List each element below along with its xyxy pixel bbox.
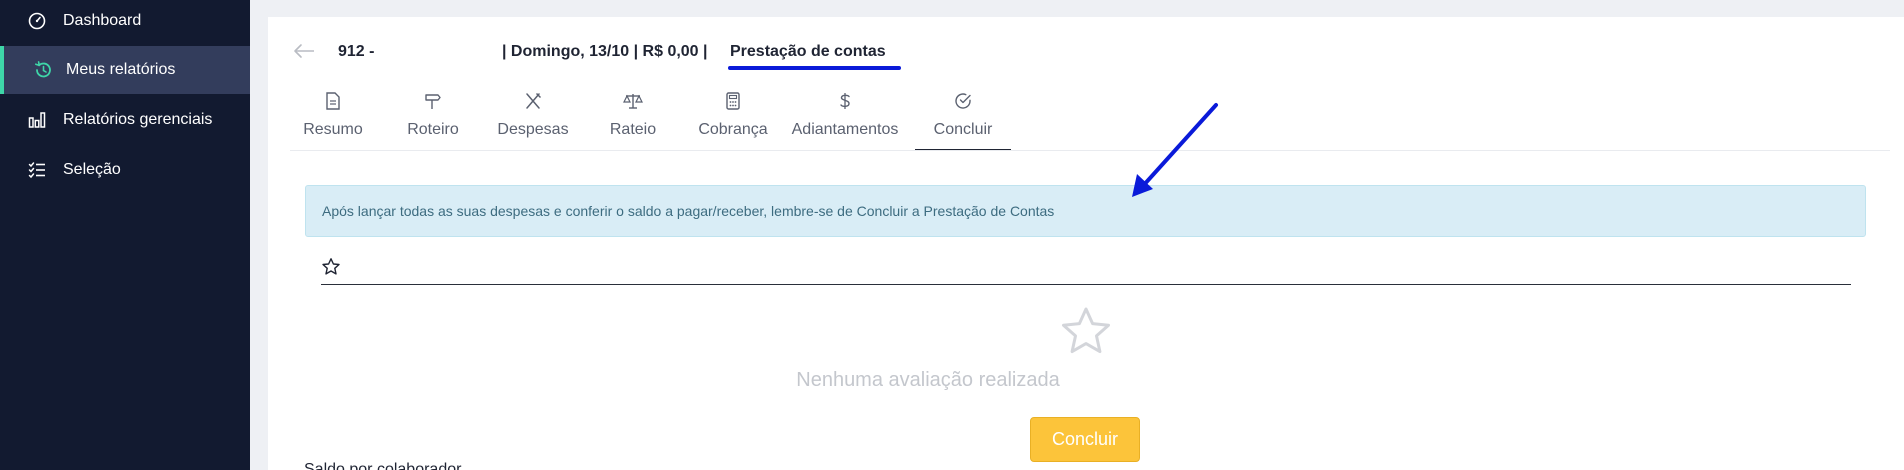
document-icon [325, 89, 341, 113]
sidebar-item-label: Meus relatórios [66, 61, 176, 78]
tab-label: Cobrança [698, 121, 768, 138]
tab-label: Roteiro [407, 121, 459, 138]
sidebar-item-relatorios-gerenciais[interactable]: Relatórios gerenciais [0, 96, 250, 144]
alert-text: Após lançar todas as suas despesas e con… [322, 203, 1055, 219]
saldo-section-title: Saldo por colaborador [304, 461, 462, 470]
tabs-divider [290, 150, 1890, 151]
scale-icon [623, 89, 643, 113]
tab-label: Rateio [609, 121, 657, 138]
dollar-icon [839, 89, 851, 113]
tab-label: Resumo [303, 121, 363, 138]
check-circle-icon [954, 89, 972, 113]
status-underline-annotation [728, 66, 901, 70]
info-alert: Após lançar todas as suas despesas e con… [305, 185, 1866, 237]
calculator-icon [726, 89, 740, 113]
utensils-icon [524, 89, 542, 113]
tab-concluir[interactable]: Concluir [915, 89, 1011, 151]
sidebar-item-label: Relatórios gerenciais [63, 111, 213, 128]
bar-chart-icon [27, 110, 47, 130]
sidebar-item-dashboard[interactable]: Dashboard [0, 0, 250, 45]
sidebar: Dashboard Meus relatórios Relatórios ger… [0, 0, 250, 470]
tab-roteiro[interactable]: Roteiro [390, 89, 476, 151]
empty-rating-message: Nenhuma avaliação realizada [796, 369, 1060, 391]
sidebar-item-label: Dashboard [63, 12, 142, 29]
star-icon[interactable] [321, 257, 341, 277]
main-panel: 912 - | Domingo, 13/10 | R$ 0,00 | Prest… [268, 17, 1904, 470]
tab-label: Despesas [497, 121, 569, 138]
back-arrow-icon[interactable] [292, 41, 316, 61]
tab-despesas[interactable]: Despesas [490, 89, 576, 151]
tab-label: Concluir [933, 121, 993, 138]
tab-resumo[interactable]: Resumo [290, 89, 376, 151]
concluir-button-label: Concluir [1051, 429, 1119, 449]
history-icon [33, 60, 53, 80]
report-info: | Domingo, 13/10 | R$ 0,00 | [502, 43, 708, 60]
tab-rateio[interactable]: Rateio [590, 89, 676, 151]
speedometer-icon [27, 11, 47, 31]
sidebar-item-meus-relatorios[interactable]: Meus relatórios [0, 46, 250, 94]
report-status: Prestação de contas [730, 43, 886, 60]
empty-star-icon [1058, 305, 1114, 361]
signpost-icon [424, 89, 442, 113]
tab-label: Adiantamentos [791, 121, 899, 138]
sidebar-item-selecao[interactable]: Seleção [0, 146, 250, 194]
tab-cobranca[interactable]: Cobrança [690, 89, 776, 151]
tab-adiantamentos[interactable]: Adiantamentos [782, 89, 908, 151]
sidebar-item-label: Seleção [63, 161, 121, 178]
checklist-icon [27, 160, 47, 180]
report-id: 912 - [338, 43, 375, 60]
rating-underline [321, 284, 1851, 285]
concluir-button[interactable]: Concluir [1030, 417, 1140, 462]
